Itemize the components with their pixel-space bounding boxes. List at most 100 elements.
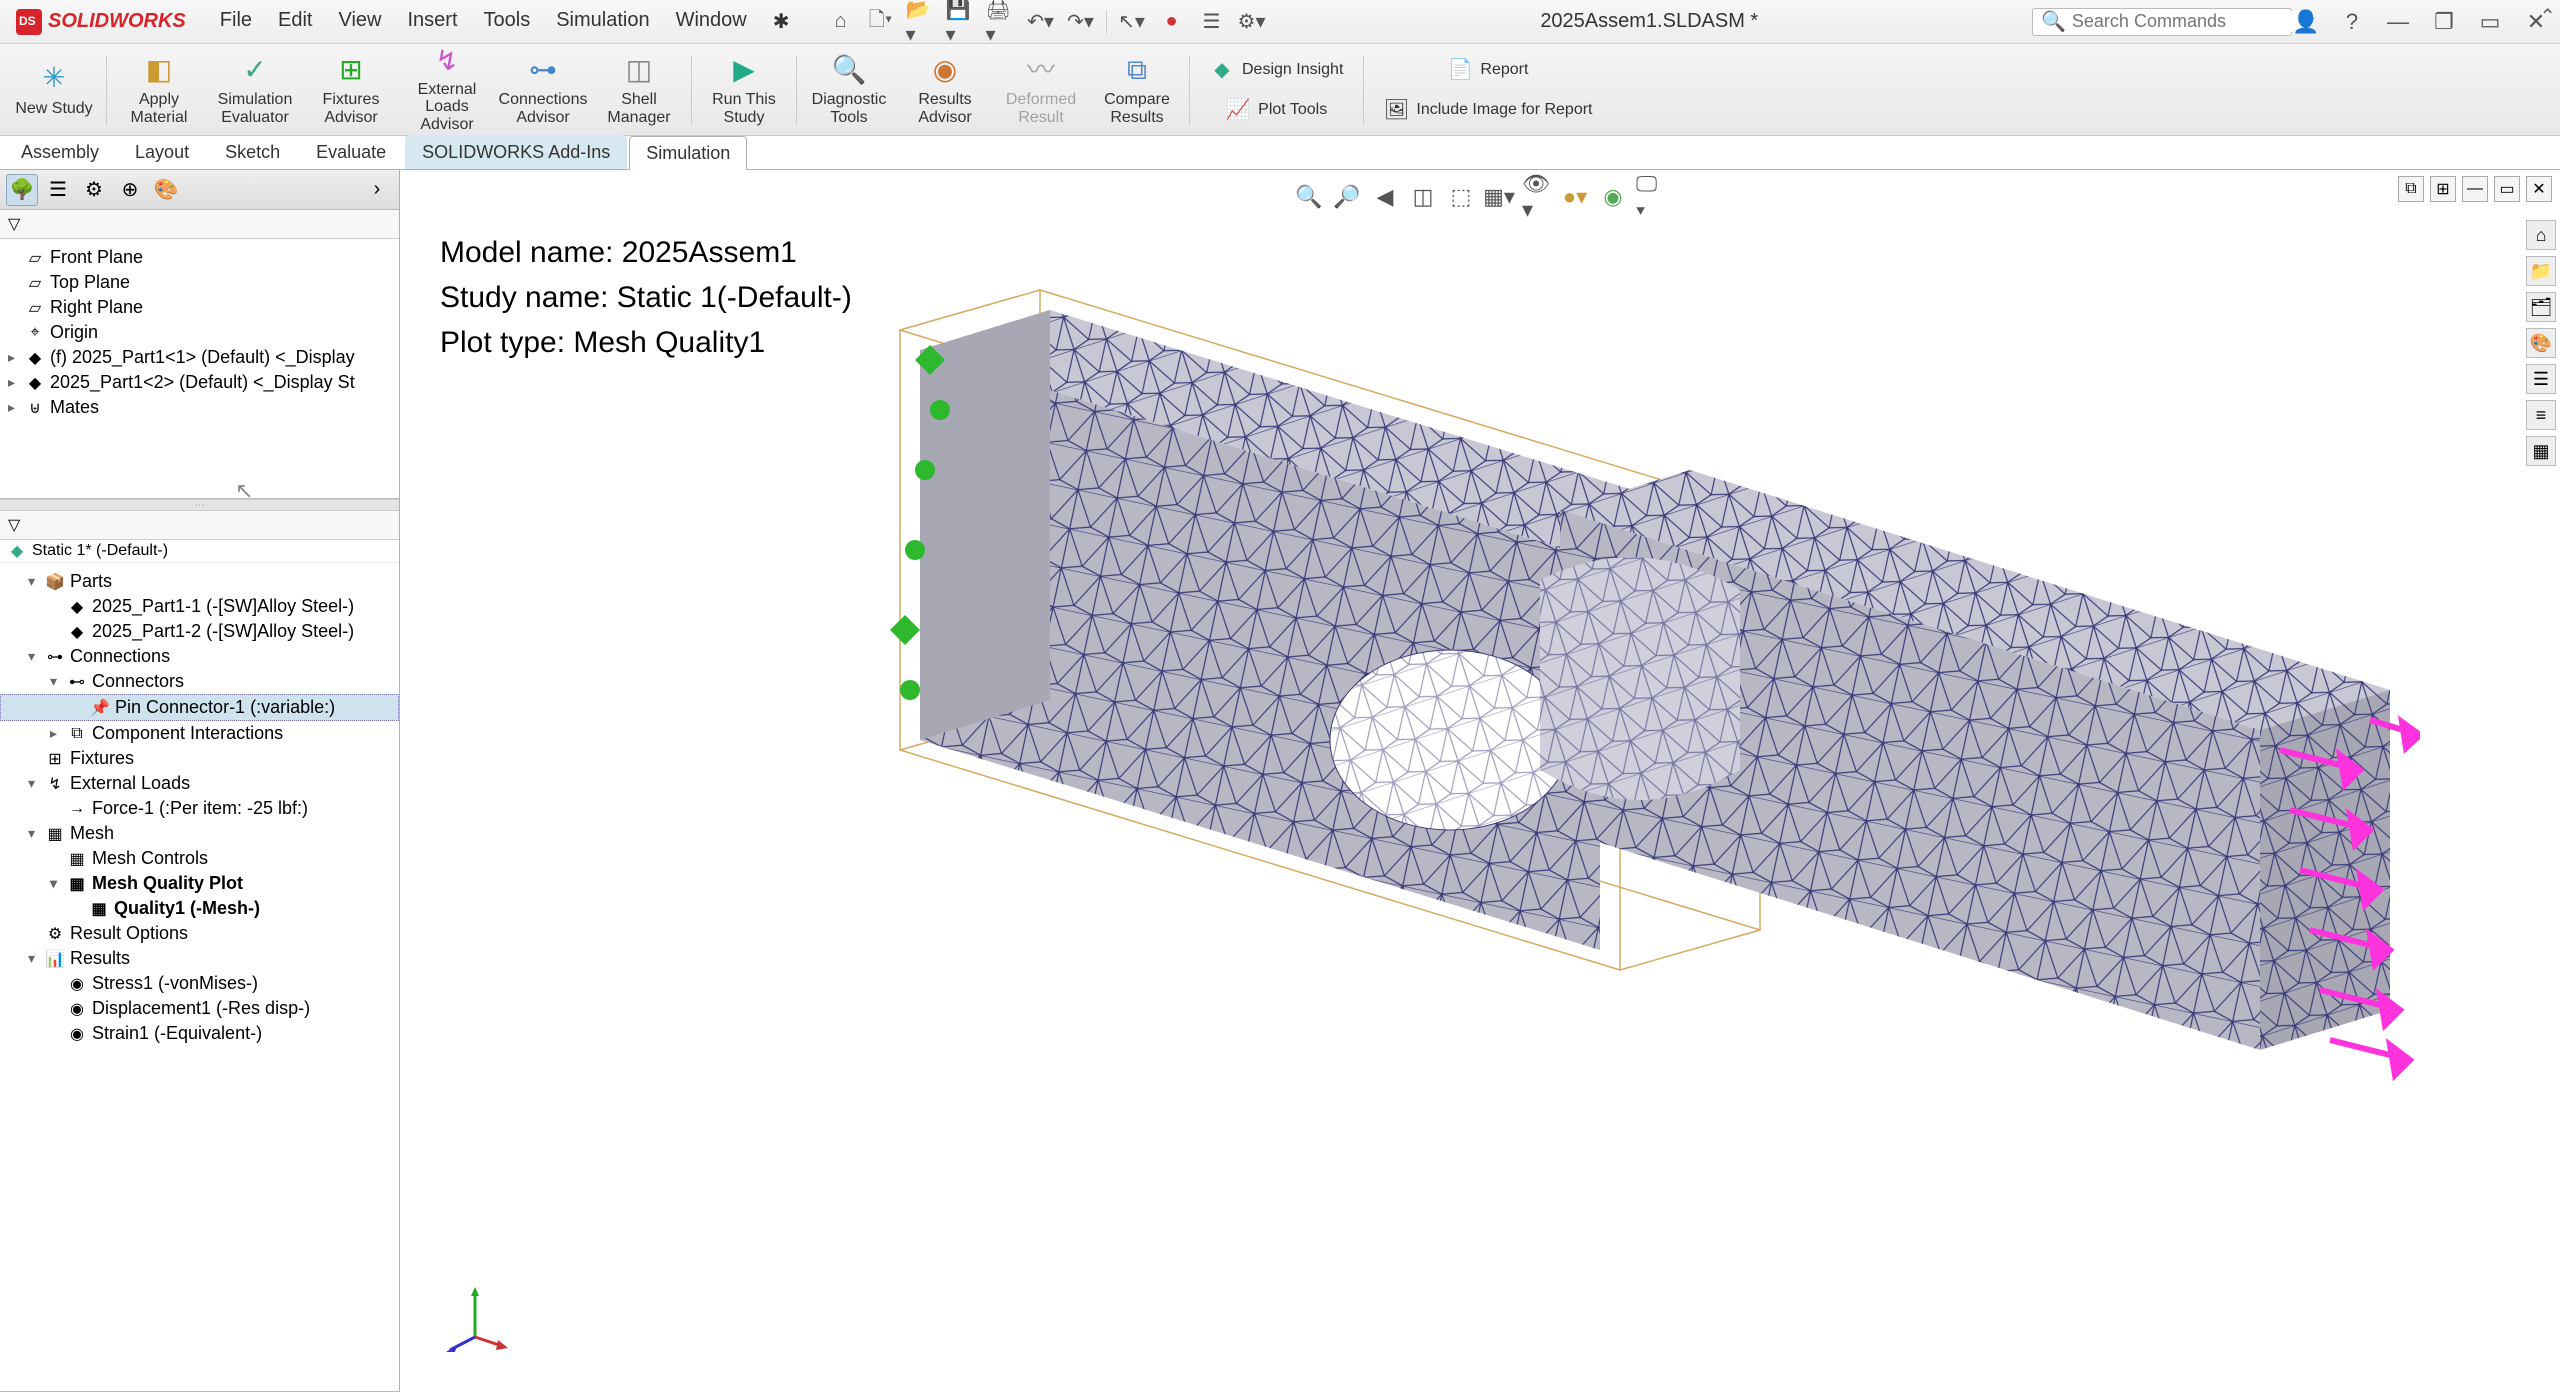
menu-file[interactable]: File: [214, 5, 258, 38]
tab-assembly[interactable]: Assembly: [4, 135, 116, 169]
expand-panel-icon[interactable]: ›: [361, 174, 393, 206]
menu-simulation[interactable]: Simulation: [550, 5, 655, 38]
config-mgr-tab-icon[interactable]: ⚙: [78, 174, 110, 206]
zoom-area-icon[interactable]: 🔎: [1332, 182, 1362, 212]
design-insight-button[interactable]: ◆Design Insight: [1198, 52, 1355, 88]
home-icon[interactable]: ⌂: [826, 7, 856, 37]
appearance-icon[interactable]: ●▾: [1560, 182, 1590, 212]
feature-node[interactable]: ▸◆(f) 2025_Part1<1> (Default) <_Display: [0, 345, 399, 370]
sim-node[interactable]: ▾▦Mesh: [0, 821, 399, 846]
connections-advisor-button[interactable]: ⊶Connections Advisor: [499, 48, 587, 132]
sim-evaluator-button[interactable]: ✓Simulation Evaluator: [211, 48, 299, 132]
compare-results-button[interactable]: ⧉Compare Results: [1093, 48, 1181, 132]
sim-node[interactable]: ▦Quality1 (-Mesh-): [0, 896, 399, 921]
panel-splitter[interactable]: ⋯: [0, 499, 399, 511]
search-input[interactable]: [2072, 11, 2304, 32]
vp-new-icon[interactable]: ⊞: [2430, 176, 2456, 202]
plot-tools-button[interactable]: 📈Plot Tools: [1198, 92, 1355, 128]
minimize-icon[interactable]: —: [2384, 8, 2412, 36]
options-list-icon[interactable]: ☰: [1197, 7, 1227, 37]
new-study-button[interactable]: ✳New Study: [10, 48, 98, 132]
undo-icon[interactable]: ↶▾: [1026, 7, 1056, 37]
sim-node[interactable]: 📌Pin Connector-1 (:variable:): [0, 694, 399, 721]
feature-node[interactable]: ⌖Origin: [0, 320, 399, 345]
shell-manager-button[interactable]: ◫Shell Manager: [595, 48, 683, 132]
feature-tree-tab-icon[interactable]: 🌳: [6, 174, 38, 206]
collapse-ribbon-icon[interactable]: ⌃: [2539, 4, 2556, 29]
property-mgr-tab-icon[interactable]: ☰: [42, 174, 74, 206]
diagnostic-tools-button[interactable]: 🔍Diagnostic Tools: [805, 48, 893, 132]
prev-view-icon[interactable]: ◀: [1370, 182, 1400, 212]
menu-tools[interactable]: Tools: [478, 5, 537, 38]
fixtures-advisor-button[interactable]: ⊞Fixtures Advisor: [307, 48, 395, 132]
vp-max-icon[interactable]: ▭: [2494, 176, 2520, 202]
report-button[interactable]: 📄Report: [1372, 52, 1604, 88]
menu-view[interactable]: View: [332, 5, 387, 38]
help-icon[interactable]: ?: [2338, 8, 2366, 36]
display-style-icon[interactable]: ▦▾: [1484, 182, 1514, 212]
vp-min-icon[interactable]: —: [2462, 176, 2488, 202]
scene-icon[interactable]: ◉: [1598, 182, 1628, 212]
view-palette-icon[interactable]: 🎨: [2526, 328, 2556, 358]
apply-material-button[interactable]: ◧Apply Material: [115, 48, 203, 132]
vp-link-icon[interactable]: ⧉: [2398, 176, 2424, 202]
maximize-icon[interactable]: ▭: [2476, 8, 2504, 36]
section-view-icon[interactable]: ◫: [1408, 182, 1438, 212]
new-doc-icon[interactable]: 🗋▾: [866, 7, 896, 37]
menu-insert[interactable]: Insert: [401, 5, 463, 38]
display-mgr-tab-icon[interactable]: 🎨: [150, 174, 182, 206]
sim-node[interactable]: ◆2025_Part1-2 (-[SW]Alloy Steel-): [0, 619, 399, 644]
tab-evaluate[interactable]: Evaluate: [299, 135, 403, 169]
tab-sketch[interactable]: Sketch: [208, 135, 297, 169]
filter-icon[interactable]: ▽: [8, 216, 20, 233]
sim-node[interactable]: ▾⊷Connectors: [0, 669, 399, 694]
custom-props-icon[interactable]: ≡: [2526, 400, 2556, 430]
hide-show-icon[interactable]: 👁▾: [1522, 182, 1552, 212]
sim-node[interactable]: ◉Stress1 (-vonMises-): [0, 971, 399, 996]
sim-filter-icon[interactable]: ▽: [8, 517, 20, 534]
sim-node[interactable]: ▾▦Mesh Quality Plot: [0, 871, 399, 896]
tab-addins[interactable]: SOLIDWORKS Add-Ins: [405, 135, 627, 169]
forum-icon[interactable]: ▦: [2526, 436, 2556, 466]
menu-window[interactable]: Window: [670, 5, 753, 38]
appearances-icon[interactable]: ☰: [2526, 364, 2556, 394]
view-settings-icon[interactable]: 🖵▾: [1636, 182, 1666, 212]
save-icon[interactable]: 💾▾: [946, 7, 976, 37]
design-library-icon[interactable]: 📁: [2526, 256, 2556, 286]
sim-node[interactable]: ◉Strain1 (-Equivalent-): [0, 1021, 399, 1046]
feature-node[interactable]: ▸⊎Mates: [0, 395, 399, 420]
zoom-fit-icon[interactable]: 🔍: [1294, 182, 1324, 212]
dimxpert-tab-icon[interactable]: ⊕: [114, 174, 146, 206]
graphics-viewport[interactable]: 🔍 🔎 ◀ ◫ ⬚ ▦▾ 👁▾ ●▾ ◉ 🖵▾ ⧉ ⊞ — ▭ ✕ Model …: [400, 170, 2560, 1392]
sim-node[interactable]: ▾📊Results: [0, 946, 399, 971]
include-image-button[interactable]: 🖼Include Image for Report: [1372, 92, 1604, 128]
external-loads-button[interactable]: ↯External Loads Advisor: [403, 48, 491, 132]
menu-more-icon[interactable]: ✱: [767, 5, 796, 38]
sim-node[interactable]: ▾↯External Loads: [0, 771, 399, 796]
sim-node[interactable]: ⚙Result Options: [0, 921, 399, 946]
sim-node[interactable]: ◆2025_Part1-1 (-[SW]Alloy Steel-): [0, 594, 399, 619]
user-icon[interactable]: 👤: [2292, 8, 2320, 36]
sim-node[interactable]: →Force-1 (:Per item: -25 lbf:): [0, 796, 399, 821]
orientation-triad[interactable]: [440, 1282, 510, 1352]
study-root[interactable]: ◆Static 1* (-Default-): [0, 540, 399, 563]
print-icon[interactable]: 🖨▾: [986, 7, 1016, 37]
feature-node[interactable]: ▱Right Plane: [0, 295, 399, 320]
run-study-button[interactable]: ▶Run This Study: [700, 48, 788, 132]
command-search[interactable]: 🔍 ▾: [2032, 8, 2292, 36]
select-icon[interactable]: ↖▾: [1117, 7, 1147, 37]
menu-edit[interactable]: Edit: [272, 5, 318, 38]
settings-gear-icon[interactable]: ⚙▾: [1237, 7, 1267, 37]
tab-simulation[interactable]: Simulation: [629, 136, 747, 170]
results-advisor-button[interactable]: ◉Results Advisor: [901, 48, 989, 132]
sim-node[interactable]: ▾⊶Connections: [0, 644, 399, 669]
sim-node[interactable]: ⊞Fixtures: [0, 746, 399, 771]
view-orient-icon[interactable]: ⬚: [1446, 182, 1476, 212]
feature-node[interactable]: ▱Front Plane: [0, 245, 399, 270]
redo-icon[interactable]: ↷▾: [1066, 7, 1096, 37]
open-icon[interactable]: 📂▾: [906, 7, 936, 37]
sim-node[interactable]: ▦Mesh Controls: [0, 846, 399, 871]
rebuild-icon[interactable]: ●: [1157, 7, 1187, 37]
file-explorer-icon[interactable]: 🗂: [2526, 292, 2556, 322]
restore-icon[interactable]: ❐: [2430, 8, 2458, 36]
